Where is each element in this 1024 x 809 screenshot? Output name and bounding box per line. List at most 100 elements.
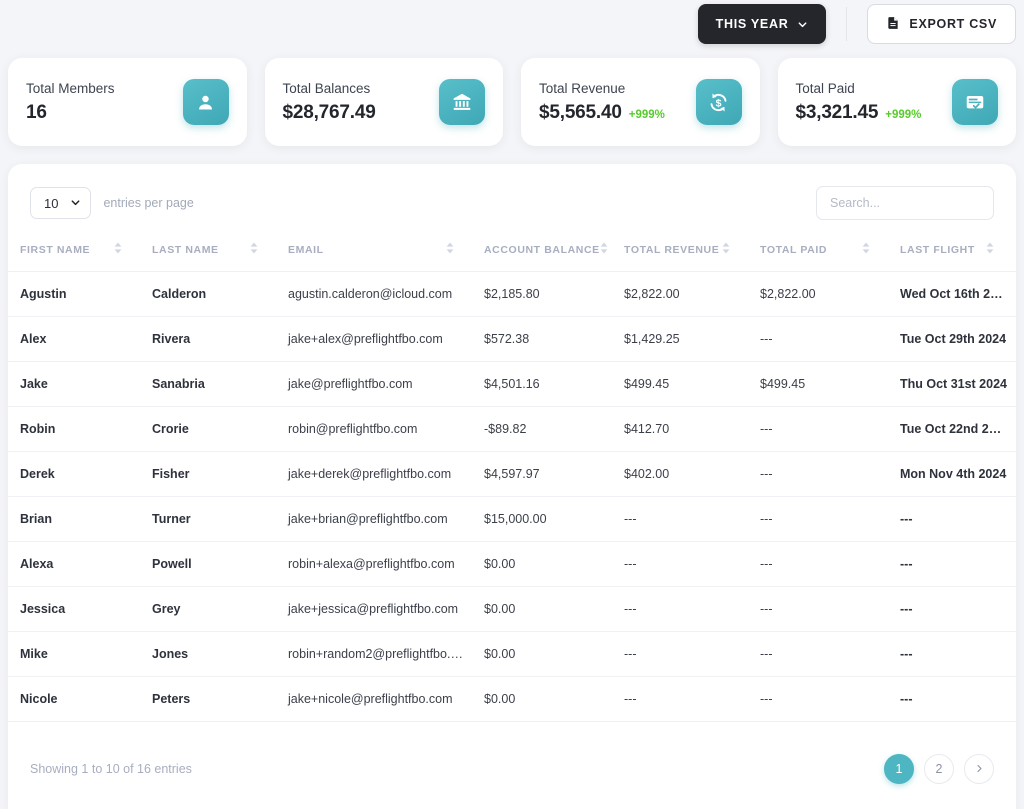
cell-last-name: Calderon bbox=[144, 271, 280, 317]
cell-total-revenue: $412.70 bbox=[616, 406, 752, 452]
toolbar: THIS YEAR EXPORT CSV bbox=[0, 0, 1024, 48]
cell-last-flight: --- bbox=[892, 496, 1016, 542]
column-label: TOTAL REVENUE bbox=[624, 243, 720, 256]
cell-total-paid: $499.45 bbox=[752, 361, 892, 407]
table-row[interactable]: Agustin Calderon agustin.calderon@icloud… bbox=[8, 271, 1016, 317]
table-row[interactable]: Alex Rivera jake+alex@preflightfbo.com $… bbox=[8, 316, 1016, 362]
table-footer: Showing 1 to 10 of 16 entries 1 2 bbox=[8, 730, 1016, 809]
showing-entries-label: Showing 1 to 10 of 16 entries bbox=[30, 762, 192, 776]
column-header-total-paid[interactable]: TOTAL PAID bbox=[752, 236, 892, 272]
cell-first-name: Robin bbox=[8, 406, 144, 452]
stat-delta-badge: +999% bbox=[885, 108, 922, 121]
cell-email: jake+brian@preflightfbo.com bbox=[280, 496, 476, 542]
cell-total-revenue: --- bbox=[616, 496, 752, 542]
pagination-page-1[interactable]: 1 bbox=[884, 754, 914, 784]
stat-cards: Total Members 16 Total Balances $28,767.… bbox=[0, 48, 1024, 146]
cell-total-paid: --- bbox=[752, 586, 892, 632]
cell-last-name: Peters bbox=[144, 676, 280, 722]
column-header-email[interactable]: EMAIL bbox=[280, 236, 476, 272]
pagination-page-2[interactable]: 2 bbox=[924, 754, 954, 784]
cell-total-paid: --- bbox=[752, 316, 892, 362]
stat-card-total-paid: Total Paid $3,321.45 +999% bbox=[777, 58, 1016, 146]
cell-last-name: Powell bbox=[144, 541, 280, 587]
table-row[interactable]: Jessica Grey jake+jessica@preflightfbo.c… bbox=[8, 586, 1016, 632]
toolbar-divider bbox=[846, 7, 848, 41]
stat-card-total-members: Total Members 16 bbox=[8, 58, 247, 146]
table-row[interactable]: Mike Jones robin+random2@preflightfbo.co… bbox=[8, 631, 1016, 677]
column-header-account-balance[interactable]: ACCOUNT BALANCE bbox=[476, 236, 616, 272]
cell-last-flight: Tue Oct 29th 2024 bbox=[892, 316, 1016, 362]
cell-last-flight: Mon Nov 4th 2024 bbox=[892, 451, 1016, 497]
search-input[interactable] bbox=[816, 186, 994, 220]
cell-total-revenue: $402.00 bbox=[616, 451, 752, 497]
table-controls: 10 entries per page bbox=[8, 164, 1016, 236]
cell-email: robin+random2@preflightfbo.com bbox=[280, 631, 476, 677]
table-row[interactable]: Alexa Powell robin+alexa@preflightfbo.co… bbox=[8, 541, 1016, 587]
cell-last-name: Sanabria bbox=[144, 361, 280, 407]
dashboard-page: THIS YEAR EXPORT CSV Total Members 16 To… bbox=[0, 0, 1024, 809]
document-icon bbox=[886, 15, 900, 34]
date-range-button[interactable]: THIS YEAR bbox=[697, 4, 827, 44]
column-header-last-name[interactable]: LAST NAME bbox=[144, 236, 280, 272]
user-icon bbox=[182, 79, 229, 125]
cell-total-revenue: $1,429.25 bbox=[616, 316, 752, 362]
chevron-down-icon bbox=[797, 19, 808, 30]
cell-total-paid: --- bbox=[752, 496, 892, 542]
stat-value: $5,565.40 bbox=[539, 101, 622, 123]
table-row[interactable]: Jake Sanabria jake@preflightfbo.com $4,5… bbox=[8, 361, 1016, 407]
cell-last-name: Turner bbox=[144, 496, 280, 542]
cell-last-flight: --- bbox=[892, 631, 1016, 677]
table-header: FIRST NAME LAST NAME EMAIL ACCOUNT BALAN… bbox=[8, 236, 1016, 272]
pagination-next-button[interactable] bbox=[964, 754, 994, 784]
export-csv-button[interactable]: EXPORT CSV bbox=[867, 4, 1016, 44]
table-row[interactable]: Derek Fisher jake+derek@preflightfbo.com… bbox=[8, 451, 1016, 497]
stat-label: Total Revenue bbox=[539, 80, 626, 96]
table-row[interactable]: Nicole Peters jake+nicole@preflightfbo.c… bbox=[8, 676, 1016, 722]
stat-delta-badge: +999% bbox=[628, 108, 665, 121]
table-row[interactable]: Brian Turner jake+brian@preflightfbo.com… bbox=[8, 496, 1016, 542]
cell-first-name: Alexa bbox=[8, 541, 144, 587]
column-label: ACCOUNT BALANCE bbox=[484, 243, 600, 256]
cell-account-balance: $4,501.16 bbox=[476, 361, 616, 407]
refresh-dollar-icon: $ bbox=[695, 79, 742, 125]
cell-email: jake+derek@preflightfbo.com bbox=[280, 451, 476, 497]
svg-text:$: $ bbox=[716, 97, 722, 109]
cell-first-name: Alex bbox=[8, 316, 144, 362]
stat-value: $3,321.45 bbox=[795, 101, 879, 123]
entries-per-page-select[interactable]: 10 bbox=[30, 187, 92, 219]
cell-account-balance: $15,000.00 bbox=[476, 496, 616, 542]
column-header-first-name[interactable]: FIRST NAME bbox=[8, 236, 144, 272]
sort-icon bbox=[986, 242, 994, 257]
cell-account-balance: $572.38 bbox=[476, 316, 616, 362]
cell-email: jake+jessica@preflightfbo.com bbox=[280, 586, 476, 632]
cell-first-name: Brian bbox=[8, 496, 144, 542]
entries-per-page-value: 10 bbox=[44, 195, 59, 211]
column-label: LAST NAME bbox=[152, 243, 219, 256]
cell-total-revenue: $2,822.00 bbox=[616, 271, 752, 317]
cell-total-paid: --- bbox=[752, 631, 892, 677]
chevron-right-icon bbox=[975, 762, 984, 776]
cell-last-flight: --- bbox=[892, 676, 1016, 722]
cell-first-name: Jessica bbox=[8, 586, 144, 632]
column-header-last-flight[interactable]: LAST FLIGHT bbox=[892, 236, 1016, 272]
column-header-total-revenue[interactable]: TOTAL REVENUE bbox=[616, 236, 752, 272]
column-label: LAST FLIGHT bbox=[900, 243, 975, 256]
cell-last-flight: --- bbox=[892, 586, 1016, 632]
sort-icon bbox=[250, 242, 258, 257]
cell-account-balance: $2,185.80 bbox=[476, 271, 616, 317]
table-row[interactable]: Robin Crorie robin@preflightfbo.com -$89… bbox=[8, 406, 1016, 452]
cell-account-balance: $0.00 bbox=[476, 586, 616, 632]
column-label: FIRST NAME bbox=[20, 243, 91, 256]
cell-email: jake@preflightfbo.com bbox=[280, 361, 476, 407]
cell-first-name: Derek bbox=[8, 451, 144, 497]
cell-total-paid: --- bbox=[752, 451, 892, 497]
stat-value: 16 bbox=[26, 101, 47, 123]
cell-email: jake+nicole@preflightfbo.com bbox=[280, 676, 476, 722]
column-label: EMAIL bbox=[288, 243, 324, 256]
cell-email: robin+alexa@preflightfbo.com bbox=[280, 541, 476, 587]
cell-first-name: Nicole bbox=[8, 676, 144, 722]
cell-last-name: Grey bbox=[144, 586, 280, 632]
cell-total-revenue: --- bbox=[616, 586, 752, 632]
card-check-icon bbox=[952, 79, 998, 125]
cell-total-revenue: --- bbox=[616, 541, 752, 587]
